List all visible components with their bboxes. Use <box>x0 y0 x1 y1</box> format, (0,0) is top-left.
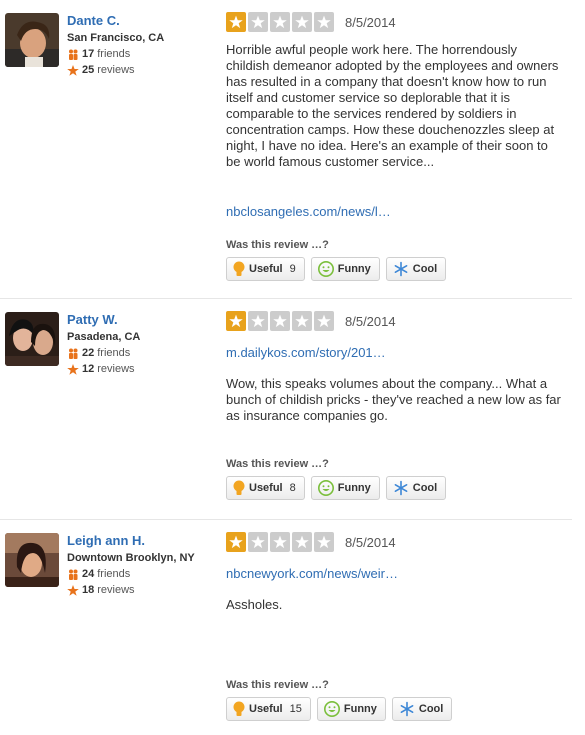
user-name[interactable]: Patty W. <box>67 312 118 327</box>
vote-prompt: Was this review …? <box>226 679 329 691</box>
lightbulb-icon <box>233 261 245 276</box>
vote-buttons: Useful 8 Funny Cool <box>226 476 447 500</box>
rating-star-icon <box>226 12 246 32</box>
reviews-count: 12 reviews <box>67 363 135 375</box>
rating-star-icon <box>314 311 334 331</box>
user-name[interactable]: Dante C. <box>67 13 120 28</box>
snowflake-icon <box>394 261 408 277</box>
rating-star-icon <box>292 311 312 331</box>
lightbulb-icon <box>233 701 245 716</box>
review-link[interactable]: nbclosangeles.com/news/l… <box>226 204 391 219</box>
rating-star-icon <box>270 311 290 331</box>
vote-prompt: Was this review …? <box>226 239 329 251</box>
friends-count: 24 friends <box>67 568 130 580</box>
smiley-icon <box>317 480 334 496</box>
user-location: Downtown Brooklyn, NY <box>67 552 195 564</box>
cool-button[interactable]: Cool <box>391 697 453 721</box>
funny-button[interactable]: Funny <box>310 257 380 281</box>
friends-icon <box>69 348 78 359</box>
review-link-row: m.dailykos.com/story/201… <box>226 345 386 360</box>
reviews-count: 18 reviews <box>67 584 135 596</box>
friends-count: 17 friends <box>67 48 130 60</box>
rating-star-icon <box>248 311 268 331</box>
useful-button[interactable]: Useful 8 <box>226 476 305 500</box>
star-rating <box>226 532 334 552</box>
useful-button[interactable]: Useful 9 <box>226 257 305 281</box>
review-link[interactable]: nbcnewyork.com/news/weir… <box>226 566 398 581</box>
rating-star-icon <box>292 12 312 32</box>
snowflake-icon <box>400 701 414 717</box>
review-item: Patty W. Pasadena, CA 22 friends 12 revi… <box>0 299 572 520</box>
star-rating <box>226 12 334 32</box>
rating-star-icon <box>226 532 246 552</box>
star-icon <box>67 363 79 375</box>
funny-button[interactable]: Funny <box>316 697 386 721</box>
review-link-row: nbcnewyork.com/news/weir… <box>226 566 398 581</box>
rating-star-icon <box>270 532 290 552</box>
vote-buttons: Useful 15 Funny Cool <box>226 697 453 721</box>
review-text: Wow, this speaks volumes about the compa… <box>226 376 561 423</box>
avatar[interactable] <box>5 312 59 366</box>
vote-buttons: Useful 9 Funny Cool <box>226 257 447 281</box>
avatar[interactable] <box>5 533 59 587</box>
friends-icon <box>69 569 78 580</box>
star-icon <box>67 64 79 76</box>
friends-icon <box>69 49 78 60</box>
user-name[interactable]: Leigh ann H. <box>67 533 145 548</box>
review-date: 8/5/2014 <box>345 314 396 329</box>
review-date: 8/5/2014 <box>345 535 396 550</box>
star-icon <box>67 584 79 596</box>
cool-button[interactable]: Cool <box>385 257 447 281</box>
friends-count: 22 friends <box>67 347 130 359</box>
reviews-count: 25 reviews <box>67 64 135 76</box>
review-item: Dante C. San Francisco, CA 17 friends 25… <box>0 0 572 299</box>
rating-star-icon <box>270 12 290 32</box>
cool-button[interactable]: Cool <box>385 476 447 500</box>
avatar[interactable] <box>5 13 59 67</box>
review-date: 8/5/2014 <box>345 15 396 30</box>
user-location: Pasadena, CA <box>67 331 141 343</box>
rating-star-icon <box>248 12 268 32</box>
rating-star-icon <box>314 12 334 32</box>
funny-button[interactable]: Funny <box>310 476 380 500</box>
star-rating <box>226 311 334 331</box>
review-link[interactable]: m.dailykos.com/story/201… <box>226 345 386 360</box>
rating-star-icon <box>314 532 334 552</box>
user-location: San Francisco, CA <box>67 32 165 44</box>
vote-prompt: Was this review …? <box>226 458 329 470</box>
rating-star-icon <box>226 311 246 331</box>
snowflake-icon <box>394 480 408 496</box>
lightbulb-icon <box>233 480 245 495</box>
review-text: Assholes. <box>226 597 283 612</box>
useful-button[interactable]: Useful 15 <box>226 697 311 721</box>
rating-star-icon <box>248 532 268 552</box>
review-link-row: nbclosangeles.com/news/l… <box>226 204 391 219</box>
smiley-icon <box>317 261 334 277</box>
rating-star-icon <box>292 532 312 552</box>
review-text: Horrible awful people work here. The hor… <box>226 42 559 169</box>
review-item: Leigh ann H. Downtown Brooklyn, NY 24 fr… <box>0 520 572 735</box>
smiley-icon <box>323 701 340 717</box>
